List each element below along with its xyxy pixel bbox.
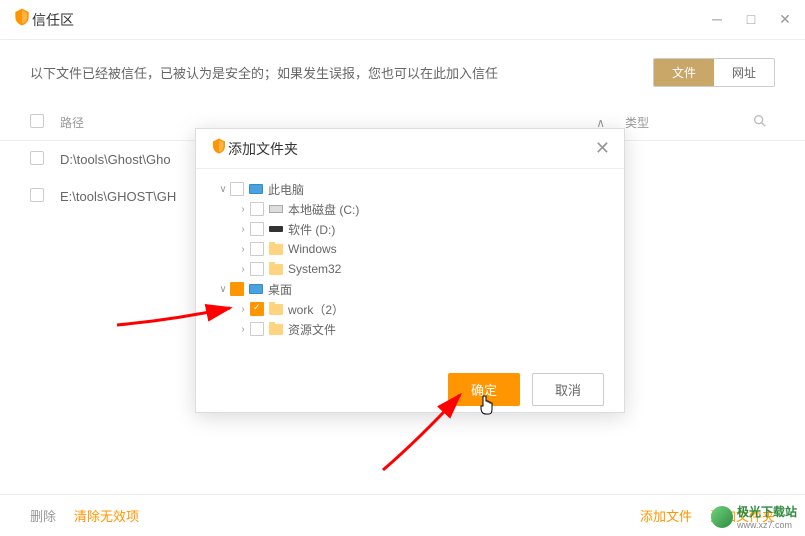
tab-url[interactable]: 网址 <box>714 59 774 86</box>
folder-tree: ∨ 此电脑 › 本地磁盘 (C:) › 软件 (D:) › <box>216 179 604 339</box>
watermark-url: www.xz7.com <box>737 520 797 530</box>
dialog-header: 添加文件夹 ✕ <box>196 129 624 169</box>
tree-checkbox[interactable] <box>250 222 264 236</box>
tree-node-windows[interactable]: › Windows <box>216 239 604 259</box>
tree-label: 此电脑 <box>268 181 304 198</box>
add-file-button[interactable]: 添加文件 <box>640 506 692 525</box>
folder-icon <box>268 302 284 316</box>
app-logo-icon <box>12 7 32 32</box>
select-all-checkbox[interactable] <box>30 114 60 131</box>
watermark-name: 极光下载站 <box>737 503 797 520</box>
row-checkbox[interactable] <box>30 151 60 168</box>
folder-icon <box>268 262 284 276</box>
tree-label: 桌面 <box>268 281 292 298</box>
tree-label: work（2） <box>288 301 344 318</box>
tree-node-desktop[interactable]: ∨ 桌面 <box>216 279 604 299</box>
tab-file[interactable]: 文件 <box>654 59 714 86</box>
tree-checkbox[interactable] <box>250 242 264 256</box>
expand-icon[interactable]: › <box>236 304 250 315</box>
expand-icon[interactable]: ∨ <box>216 184 230 195</box>
tree-node-system32[interactable]: › System32 <box>216 259 604 279</box>
tree-node-work[interactable]: › work（2） <box>216 299 604 319</box>
footer: 删除 清除无效项 添加文件 添加文件夹 <box>0 494 805 536</box>
expand-icon[interactable]: › <box>236 224 250 235</box>
tree-checkbox[interactable] <box>250 202 264 216</box>
expand-icon[interactable]: ∨ <box>216 284 230 295</box>
dialog-body: ∨ 此电脑 › 本地磁盘 (C:) › 软件 (D:) › <box>196 169 624 364</box>
folder-icon <box>268 322 284 336</box>
dialog-logo-icon <box>210 137 228 160</box>
watermark-text: 极光下载站 www.xz7.com <box>737 503 797 530</box>
tree-checkbox[interactable] <box>250 322 264 336</box>
footer-left: 删除 清除无效项 <box>30 506 139 525</box>
folder-icon <box>268 242 284 256</box>
tree-checkbox[interactable] <box>230 282 244 296</box>
tree-checkbox[interactable] <box>250 262 264 276</box>
watermark: 极光下载站 www.xz7.com <box>711 503 797 530</box>
titlebar: 信任区 ─ □ ✕ <box>0 0 805 40</box>
tree-label: 软件 (D:) <box>288 221 335 238</box>
column-type[interactable]: 类型 <box>625 114 745 131</box>
dialog-footer: 确定 取消 <box>196 364 624 414</box>
tree-label: System32 <box>288 262 341 276</box>
cancel-button[interactable]: 取消 <box>532 373 604 406</box>
description-text: 以下文件已经被信任，已被认为是安全的；如果发生误报，您也可以在此加入信任 <box>30 63 498 82</box>
expand-icon[interactable]: › <box>236 244 250 255</box>
expand-icon[interactable]: › <box>236 324 250 335</box>
filter-tabs: 文件 网址 <box>653 58 775 87</box>
disk-icon <box>268 222 284 236</box>
row-checkbox[interactable] <box>30 188 60 205</box>
tree-checkbox[interactable] <box>230 182 244 196</box>
tree-label: 资源文件 <box>288 321 336 338</box>
window-controls: ─ □ ✕ <box>709 11 793 28</box>
ok-button[interactable]: 确定 <box>448 373 520 406</box>
expand-icon[interactable]: › <box>236 264 250 275</box>
add-folder-dialog: 添加文件夹 ✕ ∨ 此电脑 › 本地磁盘 (C:) › 软件 (D:) <box>195 128 625 413</box>
tree-node-disk-c[interactable]: › 本地磁盘 (C:) <box>216 199 604 219</box>
tree-label: Windows <box>288 242 337 256</box>
pc-icon <box>248 182 264 196</box>
expand-icon[interactable]: › <box>236 204 250 215</box>
close-button[interactable]: ✕ <box>777 11 793 28</box>
tree-node-disk-d[interactable]: › 软件 (D:) <box>216 219 604 239</box>
clear-invalid-button[interactable]: 清除无效项 <box>74 506 139 525</box>
dialog-close-button[interactable]: ✕ <box>595 138 610 159</box>
delete-button[interactable]: 删除 <box>30 506 56 525</box>
tree-node-resource[interactable]: › 资源文件 <box>216 319 604 339</box>
minimize-button[interactable]: ─ <box>709 11 725 28</box>
maximize-button[interactable]: □ <box>743 11 759 28</box>
description-row: 以下文件已经被信任，已被认为是安全的；如果发生误报，您也可以在此加入信任 文件 … <box>0 40 805 105</box>
disk-icon <box>268 202 284 216</box>
tree-node-pc[interactable]: ∨ 此电脑 <box>216 179 604 199</box>
search-icon[interactable] <box>745 113 775 132</box>
dialog-title: 添加文件夹 <box>228 139 298 159</box>
watermark-icon <box>711 506 733 528</box>
window-title: 信任区 <box>32 10 74 30</box>
pc-icon <box>248 282 264 296</box>
tree-label: 本地磁盘 (C:) <box>288 201 359 218</box>
tree-checkbox[interactable] <box>250 302 264 316</box>
